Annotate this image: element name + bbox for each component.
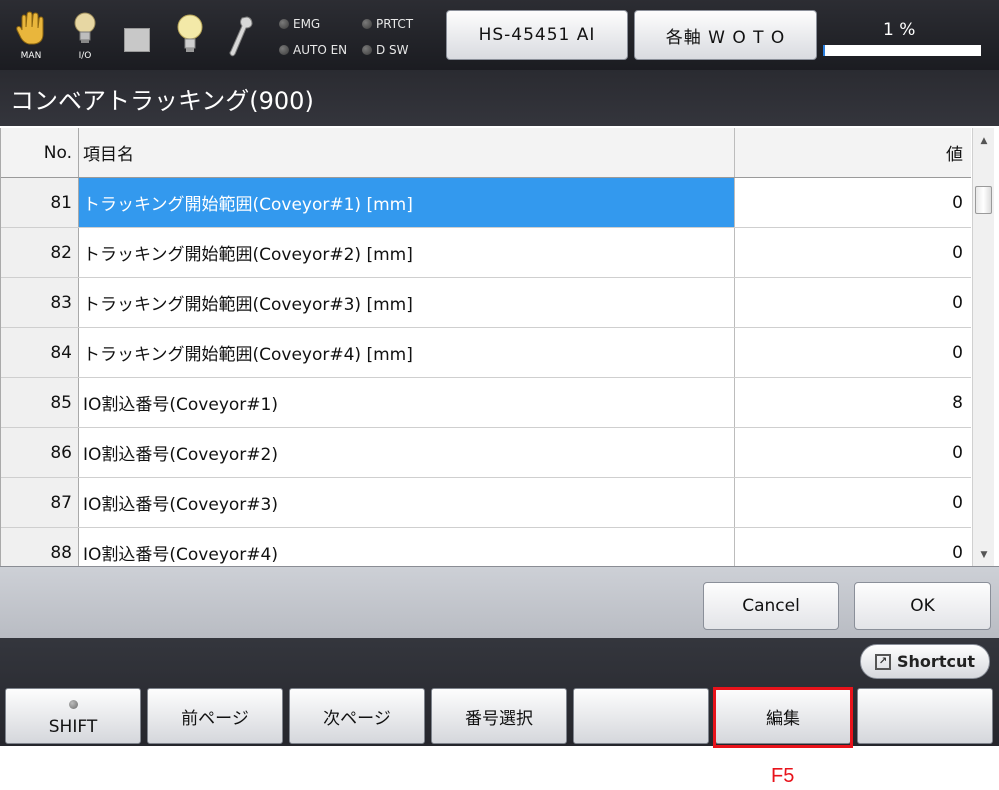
- table-row[interactable]: 82 トラッキング開始範囲(Coveyor#2) [mm] 0: [1, 228, 971, 278]
- prtct-led-icon: [362, 19, 372, 29]
- table-row[interactable]: 87 IO割込番号(Coveyor#3) 0: [1, 478, 971, 528]
- row-item-name: トラッキング開始範囲(Coveyor#2) [mm]: [79, 228, 735, 277]
- scroll-up-icon[interactable]: ▲: [973, 132, 995, 150]
- row-item-name: IO割込番号(Coveyor#1): [79, 378, 735, 427]
- speed-progress-bar: [823, 45, 981, 56]
- row-number: 84: [1, 328, 79, 377]
- robot-select-button[interactable]: HS-45451 AI: [446, 10, 628, 60]
- d-sw-led-icon: [362, 45, 372, 55]
- speed-progress-fill: [823, 45, 826, 56]
- wrench-icon[interactable]: [225, 14, 255, 58]
- row-number: 86: [1, 428, 79, 477]
- ok-button[interactable]: OK: [854, 582, 991, 630]
- f-key-next-page[interactable]: 次ページ: [289, 688, 425, 744]
- row-value[interactable]: 0: [735, 278, 971, 327]
- f-key-empty-4[interactable]: [573, 688, 709, 744]
- header-value: 値: [735, 128, 971, 177]
- row-value[interactable]: 0: [735, 428, 971, 477]
- f-key-empty-6[interactable]: [857, 688, 993, 744]
- table-header: No. 項目名 値: [1, 128, 971, 178]
- table-row[interactable]: 83 トラッキング開始範囲(Coveyor#3) [mm] 0: [1, 278, 971, 328]
- shortcut-label: Shortcut: [897, 652, 975, 671]
- table-row[interactable]: 88 IO割込番号(Coveyor#4) 0: [1, 528, 971, 566]
- table-row[interactable]: 85 IO割込番号(Coveyor#1) 8: [1, 378, 971, 428]
- row-item-name: トラッキング開始範囲(Coveyor#3) [mm]: [79, 278, 735, 327]
- prtct-indicator: PRTCT: [362, 17, 413, 31]
- row-value[interactable]: 0: [735, 228, 971, 277]
- header-name: 項目名: [79, 128, 735, 177]
- io-label: I/O: [78, 51, 92, 61]
- function-key-bar: ↗ Shortcut SHIFT 前ページ 次ページ 番号選択 編集: [0, 638, 999, 746]
- row-item-name: トラッキング開始範囲(Coveyor#4) [mm]: [79, 328, 735, 377]
- shift-label: SHIFT: [48, 717, 98, 737]
- cancel-button[interactable]: Cancel: [703, 582, 839, 630]
- speed-percent: 1 %: [883, 20, 916, 40]
- table-row[interactable]: 86 IO割込番号(Coveyor#2) 0: [1, 428, 971, 478]
- shortcut-arrow-icon: ↗: [875, 653, 892, 670]
- auto-en-led-icon: [279, 45, 289, 55]
- axis-mode-button[interactable]: 各軸 W O T O: [634, 10, 817, 60]
- d-sw-indicator: D SW: [362, 43, 409, 57]
- f-key-edit[interactable]: 編集: [715, 688, 851, 744]
- mode-label: MAN: [20, 51, 42, 61]
- table-row[interactable]: 81 トラッキング開始範囲(Coveyor#1) [mm] 0: [1, 178, 971, 228]
- emg-led-icon: [279, 19, 289, 29]
- page-title: コンベアトラッキング(900): [0, 70, 999, 126]
- table-row[interactable]: 84 トラッキング開始範囲(Coveyor#4) [mm] 0: [1, 328, 971, 378]
- row-value[interactable]: 0: [735, 528, 971, 566]
- row-value[interactable]: 8: [735, 378, 971, 427]
- parameter-table: No. 項目名 値 81 トラッキング開始範囲(Coveyor#1) [mm] 0 8…: [0, 128, 972, 566]
- dialog-button-area: Cancel OK: [0, 566, 999, 638]
- io-bulb-icon[interactable]: I/O: [68, 10, 102, 62]
- table-scrollbar[interactable]: ▲ ▼: [972, 128, 994, 566]
- stop-square-icon[interactable]: [124, 28, 150, 52]
- lightbulb-icon[interactable]: [175, 12, 205, 56]
- shortcut-button[interactable]: ↗ Shortcut: [860, 644, 990, 679]
- row-item-name: トラッキング開始範囲(Coveyor#1) [mm]: [79, 178, 735, 227]
- scroll-down-icon[interactable]: ▼: [973, 546, 995, 564]
- row-number: 81: [1, 178, 79, 227]
- status-bar: MAN I/O EMG PRTCT AUTO EN D SW HS-45451 …: [0, 0, 999, 70]
- row-number: 88: [1, 528, 79, 566]
- row-item-name: IO割込番号(Coveyor#3): [79, 478, 735, 527]
- row-item-name: IO割込番号(Coveyor#2): [79, 428, 735, 477]
- emg-indicator: EMG: [279, 17, 320, 31]
- auto-en-label: AUTO EN: [293, 43, 348, 57]
- row-number: 83: [1, 278, 79, 327]
- row-number: 87: [1, 478, 79, 527]
- f-key-prev-page[interactable]: 前ページ: [147, 688, 283, 744]
- f5-annotation-label: F5: [771, 765, 795, 787]
- prtct-label: PRTCT: [376, 17, 414, 31]
- row-number: 85: [1, 378, 79, 427]
- hand-icon[interactable]: MAN: [14, 10, 48, 62]
- shift-led-icon: [68, 700, 78, 709]
- scroll-thumb[interactable]: [975, 186, 992, 214]
- row-value[interactable]: 0: [735, 328, 971, 377]
- d-sw-label: D SW: [376, 43, 409, 57]
- f-key-number-select[interactable]: 番号選択: [431, 688, 567, 744]
- row-number: 82: [1, 228, 79, 277]
- emg-label: EMG: [293, 17, 321, 31]
- row-value[interactable]: 0: [735, 478, 971, 527]
- f-key-shift[interactable]: SHIFT: [5, 688, 141, 744]
- row-value[interactable]: 0: [735, 178, 971, 227]
- header-no: No.: [1, 128, 79, 177]
- row-item-name: IO割込番号(Coveyor#4): [79, 528, 735, 566]
- auto-en-indicator: AUTO EN: [279, 43, 347, 57]
